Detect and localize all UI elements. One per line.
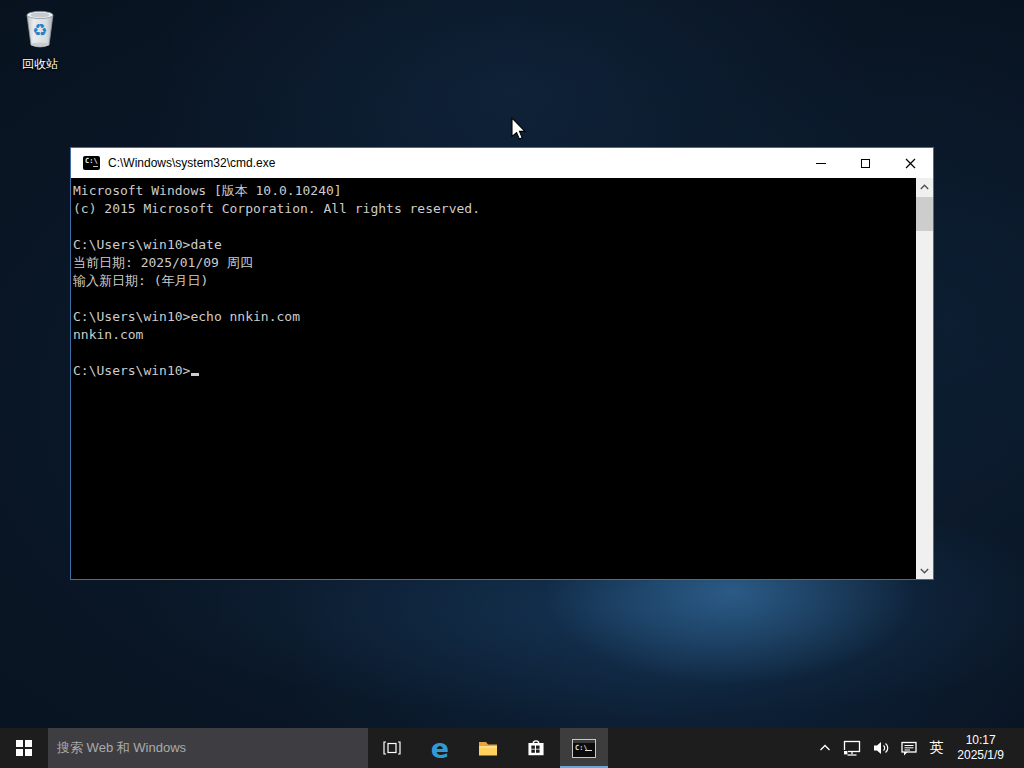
terminal-line xyxy=(73,290,916,308)
terminal-line: C:\Users\win10> xyxy=(73,362,916,380)
terminal-line xyxy=(73,218,916,236)
taskbar-search[interactable]: 搜索 Web 和 Windows xyxy=(48,728,368,768)
chevron-down-icon xyxy=(920,568,929,574)
taskbar-clock[interactable]: 10:17 2025/1/9 xyxy=(949,733,1008,763)
task-view-button[interactable] xyxy=(368,728,416,768)
store-icon xyxy=(526,738,546,758)
svg-text:♻: ♻ xyxy=(32,20,47,40)
mouse-cursor xyxy=(506,115,528,143)
edge-button[interactable]: e xyxy=(416,728,464,768)
start-button[interactable] xyxy=(0,728,48,768)
maximize-button[interactable] xyxy=(843,148,888,178)
terminal-output[interactable]: Microsoft Windows [版本 10.0.10240](c) 201… xyxy=(73,182,916,579)
cmd-taskbar-icon: C:\ xyxy=(572,739,596,758)
store-button[interactable] xyxy=(512,728,560,768)
action-center-icon[interactable] xyxy=(895,728,923,768)
taskbar: 搜索 Web 和 Windows e C:\ xyxy=(0,728,1024,768)
terminal-cursor xyxy=(191,373,199,376)
search-placeholder: 搜索 Web 和 Windows xyxy=(57,739,186,757)
window-title: C:\Windows\system32\cmd.exe xyxy=(108,156,275,170)
terminal-line: 输入新日期: (年月日) xyxy=(73,272,916,290)
terminal-line: (c) 2015 Microsoft Corporation. All righ… xyxy=(73,200,916,218)
network-icon[interactable] xyxy=(837,728,867,768)
task-view-icon xyxy=(383,740,401,756)
ime-indicator[interactable]: 英 xyxy=(923,728,949,768)
cmd-titlebar[interactable]: C:\ C:\Windows\system32\cmd.exe xyxy=(71,148,933,178)
action-center-bubble-icon xyxy=(900,740,918,757)
recycle-bin-icon: ♻ xyxy=(20,8,60,50)
terminal-line: C:\Users\win10>echo nnkin.com xyxy=(73,308,916,326)
volume-icon[interactable] xyxy=(867,728,895,768)
cmd-window: C:\ C:\Windows\system32\cmd.exe Microsof… xyxy=(70,147,934,580)
recycle-bin[interactable]: ♻ 回收站 xyxy=(12,8,68,73)
clock-time: 10:17 xyxy=(957,733,1004,748)
close-button[interactable] xyxy=(888,148,933,178)
speaker-icon xyxy=(872,740,890,756)
terminal-line xyxy=(73,344,916,362)
scrollbar-thumb[interactable] xyxy=(916,197,933,231)
close-icon xyxy=(905,158,916,169)
terminal-line: Microsoft Windows [版本 10.0.10240] xyxy=(73,182,916,200)
minimize-button[interactable] xyxy=(798,148,843,178)
file-explorer-icon xyxy=(478,740,498,757)
chevron-up-icon xyxy=(920,184,929,190)
tray-expand-button[interactable] xyxy=(813,728,837,768)
recycle-bin-label: 回收站 xyxy=(12,56,68,73)
chevron-up-tray-icon xyxy=(818,741,832,755)
windows-logo-icon xyxy=(16,740,32,756)
file-explorer-button[interactable] xyxy=(464,728,512,768)
clock-date: 2025/1/9 xyxy=(957,748,1004,763)
terminal-line: C:\Users\win10>date xyxy=(73,236,916,254)
scroll-up-button[interactable] xyxy=(916,178,933,195)
cmd-icon: C:\ xyxy=(83,156,100,170)
edge-icon: e xyxy=(431,735,449,762)
minimize-icon xyxy=(816,163,826,164)
terminal-scrollbar[interactable] xyxy=(916,178,933,579)
terminal-line: 当前日期: 2025/01/09 周四 xyxy=(73,254,916,272)
scroll-down-button[interactable] xyxy=(916,562,933,579)
terminal-line: nnkin.com xyxy=(73,326,916,344)
network-monitor-icon xyxy=(842,740,862,757)
cmd-taskbar-button[interactable]: C:\ xyxy=(560,728,608,768)
maximize-icon xyxy=(861,159,870,168)
